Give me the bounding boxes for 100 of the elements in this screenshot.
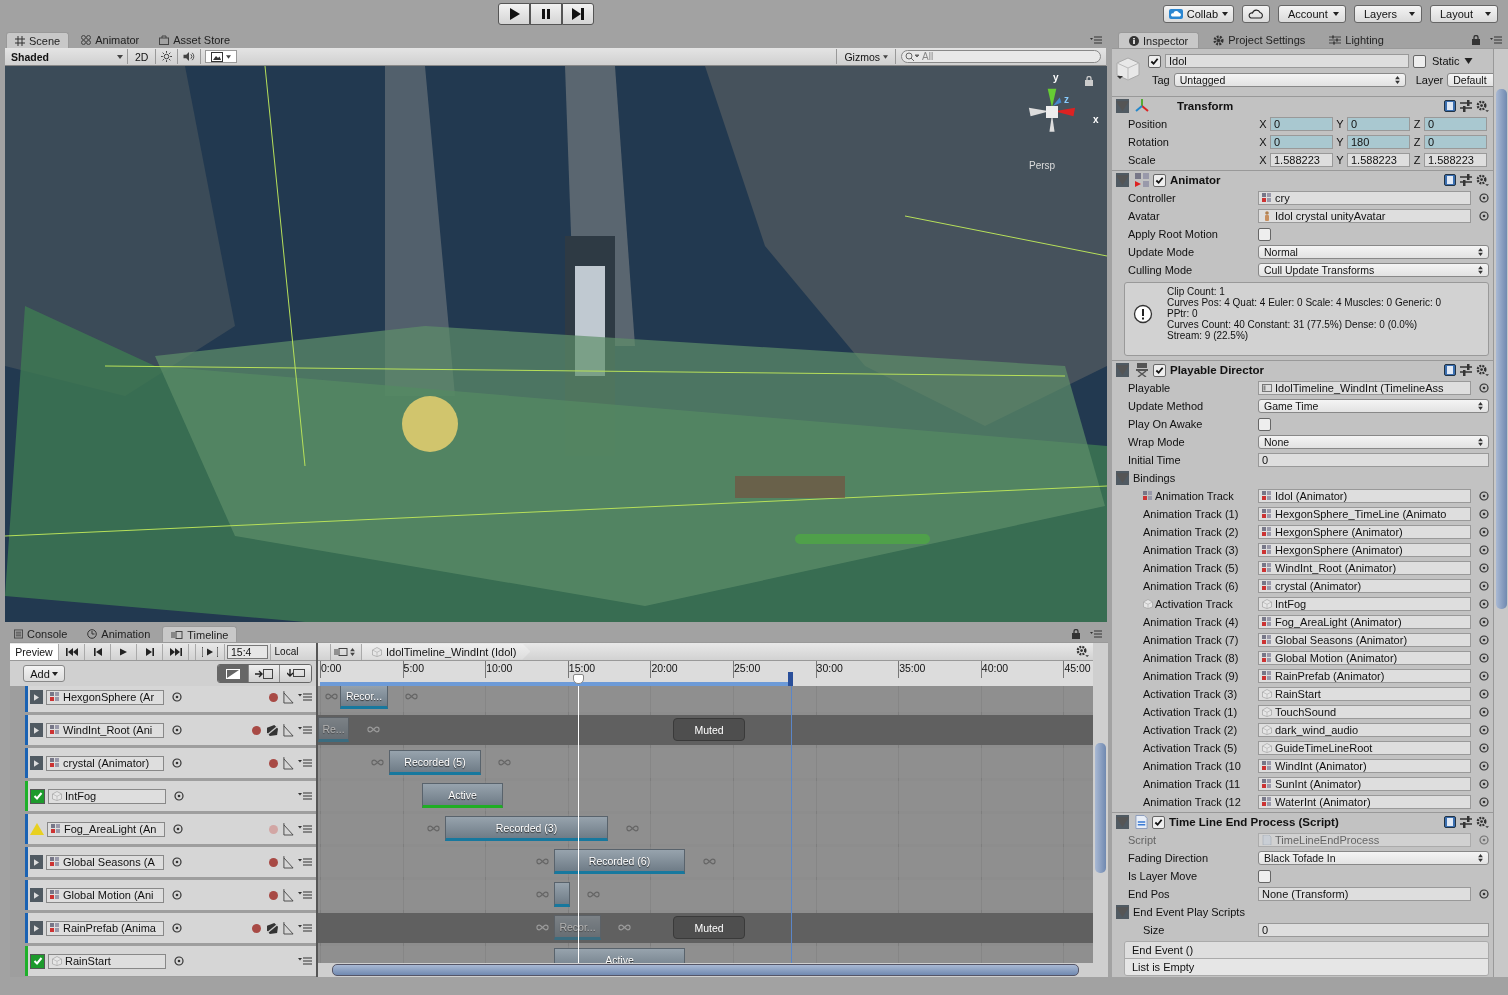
panel-tab[interactable]: Animation — [79, 626, 159, 642]
object-picker-icon[interactable] — [172, 923, 182, 933]
preset-icon[interactable] — [1460, 364, 1472, 376]
number-field[interactable]: 1.588223 — [1270, 153, 1333, 167]
panel-menu-icon[interactable] — [1090, 36, 1102, 44]
binding-field[interactable]: RainStart — [48, 953, 166, 969]
object-picker-icon[interactable] — [174, 791, 184, 801]
panel-menu-icon[interactable] — [1490, 36, 1502, 44]
dropdown-button[interactable]: Account — [1278, 5, 1346, 23]
scroll-thumb[interactable] — [1095, 743, 1106, 873]
panel-tab[interactable]: Scene — [6, 32, 70, 48]
preset-icon[interactable] — [1460, 174, 1472, 186]
track-checkbox[interactable] — [30, 788, 45, 804]
object-field[interactable]: RainPrefab (Animator) — [1258, 669, 1471, 683]
object-field[interactable]: Idol crystal unityAvatar — [1258, 209, 1471, 223]
object-field[interactable]: Fog_AreaLight (Animator) — [1258, 615, 1471, 629]
projection-label[interactable]: Persp — [1029, 160, 1056, 171]
shading-dropdown[interactable]: Shaded — [5, 49, 128, 64]
gizmos-dropdown[interactable]: Gizmos — [836, 49, 896, 64]
vertical-scrollbar[interactable] — [1093, 643, 1108, 977]
end-marker[interactable] — [788, 672, 793, 686]
dropdown[interactable]: Normal — [1258, 245, 1489, 259]
clip[interactable] — [554, 882, 570, 907]
foldout-label[interactable]: Bindings — [1133, 472, 1176, 484]
dropdown-button[interactable]: Layers — [1354, 5, 1422, 23]
time-ruler[interactable]: 0:00 5:00 10:00 15:00 20:00 25:00 30:00 35:00 40:00 45:00 — [318, 661, 1093, 686]
number-field[interactable]: 0 — [1424, 117, 1487, 131]
component-checkbox[interactable] — [1153, 363, 1166, 377]
object-field[interactable]: Global Seasons (Animator) — [1258, 633, 1471, 647]
object-field[interactable]: IdolTimeline_WindInt (TimelineAss — [1258, 381, 1471, 395]
object-field[interactable]: HexgonSphere (Animator) — [1258, 525, 1471, 539]
dropdown-button[interactable]: Layout — [1430, 5, 1498, 23]
dropdown[interactable]: Game Time — [1258, 399, 1489, 413]
settings-icon[interactable] — [1476, 173, 1489, 187]
object-field[interactable]: crystal (Animator) — [1258, 579, 1471, 593]
panel-tab[interactable]: Asset Store — [151, 32, 239, 48]
component-checkbox[interactable] — [1153, 173, 1166, 187]
track-menu-icon[interactable] — [298, 726, 312, 734]
number-field[interactable]: 180 — [1347, 135, 1410, 149]
pause-button[interactable] — [530, 3, 562, 25]
binding-field[interactable]: RainPrefab (Anima — [46, 920, 164, 936]
cloud-button[interactable] — [1242, 5, 1270, 23]
number-field[interactable]: 0 — [1270, 117, 1333, 131]
step-button[interactable] — [562, 3, 594, 25]
object-field[interactable]: WaterInt (Animator) — [1258, 795, 1471, 809]
component-checkbox[interactable] — [1152, 815, 1165, 829]
track-menu-icon[interactable] — [298, 858, 312, 866]
component-title[interactable]: Playable Director — [1170, 364, 1264, 376]
track-menu-icon[interactable] — [298, 891, 312, 899]
record-button[interactable] — [269, 857, 278, 867]
panel-tab[interactable]: Project Settings — [1203, 32, 1316, 48]
track-checkbox[interactable] — [30, 953, 45, 969]
number-field[interactable]: 1.588223 — [1424, 153, 1487, 167]
record-button[interactable] — [252, 923, 261, 933]
object-field[interactable]: HexgonSphere_TimeLine (Animato — [1258, 507, 1471, 521]
track-menu-icon[interactable] — [298, 759, 312, 767]
record-button[interactable] — [269, 890, 278, 900]
expand-button[interactable] — [30, 888, 43, 902]
2d-toggle[interactable]: 2D — [128, 49, 157, 64]
tag-dropdown[interactable]: Untagged — [1173, 73, 1406, 87]
settings-icon[interactable] — [1476, 99, 1489, 113]
track-menu-icon[interactable] — [298, 792, 312, 800]
object-picker-icon[interactable] — [172, 890, 182, 900]
play-range-button[interactable] — [195, 643, 225, 660]
binding-field[interactable]: crystal (Animator) — [46, 755, 164, 771]
foldout-label[interactable]: End Event Play Scripts — [1133, 906, 1245, 918]
component-title[interactable]: Transform — [1177, 100, 1234, 112]
object-field[interactable]: SunInt (Animator) — [1258, 777, 1471, 791]
edit-mode-switch[interactable] — [217, 664, 312, 683]
expand-button[interactable] — [30, 723, 43, 737]
panel-tab[interactable]: Inspector — [1118, 32, 1200, 48]
object-field[interactable]: None (Transform) — [1258, 887, 1471, 901]
panel-tab[interactable]: Console — [6, 626, 76, 642]
object-picker-icon[interactable] — [173, 824, 183, 834]
expand-button[interactable] — [30, 921, 43, 935]
add-button[interactable]: Add — [23, 665, 65, 682]
lock-icon[interactable] — [1072, 629, 1080, 639]
component-title[interactable]: Animator — [1170, 174, 1221, 186]
object-picker-icon[interactable] — [172, 857, 182, 867]
static-checkbox[interactable] — [1413, 54, 1426, 68]
help-icon[interactable] — [1444, 100, 1456, 112]
caret-icon[interactable] — [1463, 58, 1473, 64]
object-field[interactable]: RainStart — [1258, 687, 1471, 701]
playhead-handle[interactable] — [573, 674, 584, 684]
scroll-thumb[interactable] — [332, 964, 1079, 976]
text-field[interactable]: 0 — [1258, 453, 1489, 467]
settings-icon[interactable] — [1476, 815, 1489, 829]
preset-icon[interactable] — [1460, 100, 1472, 112]
breadcrumb[interactable]: IdolTimeline_WindInt (Idol) — [362, 643, 531, 660]
object-field[interactable]: HexgonSphere (Animator) — [1258, 543, 1471, 557]
binding-field[interactable]: Fog_AreaLight (An — [47, 821, 165, 837]
vertical-scrollbar[interactable] — [1493, 49, 1508, 977]
frame-field[interactable]: 15:4 — [227, 644, 268, 659]
play-button[interactable] — [498, 3, 530, 25]
checkbox[interactable] — [1258, 417, 1271, 431]
object-field[interactable]: TouchSound — [1258, 705, 1471, 719]
number-field[interactable]: 1.588223 — [1347, 153, 1410, 167]
name-field[interactable]: Idol — [1165, 54, 1409, 68]
preview-toggle[interactable]: Preview — [10, 643, 59, 660]
search-field[interactable]: All — [901, 50, 1101, 63]
